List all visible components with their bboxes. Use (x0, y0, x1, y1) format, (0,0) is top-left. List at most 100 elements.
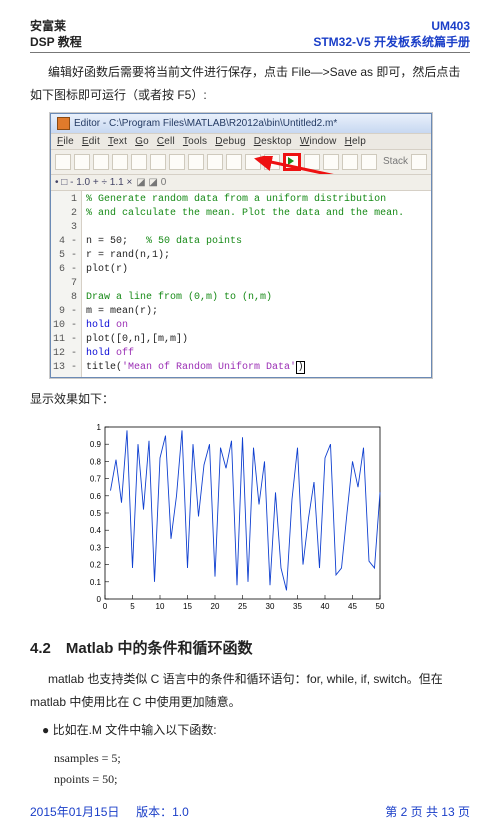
line-number: 7 (53, 277, 77, 291)
menu-help[interactable]: Help (345, 136, 366, 147)
menu-edit[interactable]: Edit (82, 136, 100, 147)
editor-title: Editor - C:\Program Files\MATLAB\R2012a\… (74, 118, 337, 129)
code-line: hold on (86, 319, 404, 333)
line-number: 3 (53, 221, 77, 235)
svg-text:0.7: 0.7 (90, 474, 102, 483)
svg-text:0.3: 0.3 (90, 543, 102, 552)
menu-window[interactable]: Window (300, 136, 337, 147)
footer-page: 第 2 页 共 13 页 (385, 803, 470, 820)
fx-icon[interactable] (411, 154, 427, 170)
matlab-editor: Editor - C:\Program Files\MATLAB\R2012a\… (50, 113, 432, 378)
step-icon[interactable] (264, 154, 280, 170)
bullet: ● 比如在.M 文件中输入以下函数: (42, 719, 470, 742)
editor-titlebar: Editor - C:\Program Files\MATLAB\R2012a\… (51, 114, 431, 133)
new-file-icon[interactable] (55, 154, 71, 170)
stack-label: Stack (383, 156, 408, 167)
line-number: 12 - (53, 347, 77, 361)
code-line: hold off (86, 347, 404, 361)
save-icon[interactable] (93, 154, 109, 170)
cell-controls: • □ - 1.0 + ÷ 1.1 × (55, 177, 132, 188)
section-body: matlab 也支持类似 C 语言中的条件和循环语句：for, while, i… (30, 668, 470, 714)
code-line: n = 50; % 50 data points (86, 235, 404, 249)
svg-text:5: 5 (130, 602, 135, 611)
editor-toolbar: Stack (51, 150, 431, 175)
svg-text:0: 0 (97, 595, 102, 604)
code-line-2: npoints = 50; (54, 769, 470, 789)
run-icon[interactable] (283, 153, 301, 171)
svg-text:45: 45 (348, 602, 357, 611)
code-line: title('Mean of Random Uniform Data') (86, 361, 404, 375)
svg-text:40: 40 (321, 602, 330, 611)
svg-text:0.1: 0.1 (90, 578, 102, 587)
svg-text:0: 0 (103, 602, 108, 611)
caption-after-editor: 显示效果如下： (30, 388, 470, 411)
copy-icon[interactable] (131, 154, 147, 170)
svg-text:30: 30 (266, 602, 275, 611)
menu-cell[interactable]: Cell (157, 136, 175, 147)
tool-icon[interactable] (323, 154, 339, 170)
open-file-icon[interactable] (74, 154, 90, 170)
code-area: 1234 -5 -6 -789 -10 -11 -12 -13 - % Gene… (51, 191, 431, 377)
line-number: 2 (53, 207, 77, 221)
header-rule (30, 52, 470, 53)
code-line: r = rand(n,1); (86, 249, 404, 263)
code-line: m = mean(r); (86, 305, 404, 319)
menu-tools[interactable]: Tools (183, 136, 207, 147)
doc-series: DSP 教程 (30, 34, 82, 50)
undo-icon[interactable] (169, 154, 185, 170)
menu-go[interactable]: Go (135, 136, 149, 147)
line-number: 9 - (53, 305, 77, 319)
menu-text[interactable]: Text (108, 136, 127, 147)
breakpoint-icon[interactable] (245, 154, 261, 170)
section-title: 4.2 Matlab 中的条件和循环函数 (30, 637, 470, 658)
code-line (86, 277, 404, 291)
svg-text:35: 35 (293, 602, 302, 611)
code-line: plot(r) (86, 263, 404, 277)
redo-icon[interactable] (188, 154, 204, 170)
code-line: plot([0,n],[m,m]) (86, 333, 404, 347)
code-line-1: nsamples = 5; (54, 748, 470, 768)
cell-run-icon[interactable]: ◪ ◪ 0 (136, 177, 166, 188)
svg-text:1: 1 (97, 423, 102, 432)
doc-subtitle: STM32-V5 开发板系统篇手册 (313, 34, 470, 50)
find-icon[interactable] (226, 154, 242, 170)
line-number: 5 - (53, 249, 77, 263)
tool-icon[interactable] (361, 154, 377, 170)
svg-text:0.6: 0.6 (90, 492, 102, 501)
line-number: 13 - (53, 361, 77, 375)
line-number: 4 - (53, 235, 77, 249)
line-number: 8 (53, 291, 77, 305)
code-line: % Generate random data from a uniform di… (86, 193, 404, 207)
menu-file[interactable]: File (57, 136, 74, 147)
menu-debug[interactable]: Debug (215, 136, 245, 147)
svg-text:0.4: 0.4 (90, 526, 102, 535)
print-icon[interactable] (207, 154, 223, 170)
svg-text:10: 10 (156, 602, 165, 611)
line-number: 6 - (53, 263, 77, 277)
line-number: 11 - (53, 333, 77, 347)
tool-icon[interactable] (342, 154, 358, 170)
doc-id: UM403 (313, 18, 470, 34)
result-chart: 0510152025303540455000.10.20.30.40.50.60… (70, 419, 390, 619)
svg-text:0.8: 0.8 (90, 457, 102, 466)
code-line (86, 221, 404, 235)
editor-toolbar-2: • □ - 1.0 + ÷ 1.1 × ◪ ◪ 0 (51, 175, 431, 191)
svg-text:20: 20 (211, 602, 220, 611)
svg-text:0.2: 0.2 (90, 560, 102, 569)
line-number: 10 - (53, 319, 77, 333)
svg-text:15: 15 (183, 602, 192, 611)
svg-text:0.5: 0.5 (90, 509, 102, 518)
code-line: Draw a line from (0,m) to (n,m) (86, 291, 404, 305)
footer-version: 版本：1.0 (136, 805, 189, 819)
paste-icon[interactable] (150, 154, 166, 170)
footer-date: 2015年01月15日 (30, 805, 119, 819)
editor-menubar: File Edit Text Go Cell Tools Debug Desktop Windo… (51, 133, 431, 150)
cut-icon[interactable] (112, 154, 128, 170)
tool-icon[interactable] (304, 154, 320, 170)
menu-desktop[interactable]: Desktop (254, 136, 292, 147)
line-number: 1 (53, 193, 77, 207)
svg-text:50: 50 (376, 602, 385, 611)
intro-paragraph: 编辑好函数后需要将当前文件进行保存，点击 File—>Save as 即可，然后… (30, 61, 470, 107)
code-line: % and calculate the mean. Plot the data … (86, 207, 404, 221)
page-footer: 2015年01月15日 版本：1.0 第 2 页 共 13 页 (30, 803, 470, 820)
